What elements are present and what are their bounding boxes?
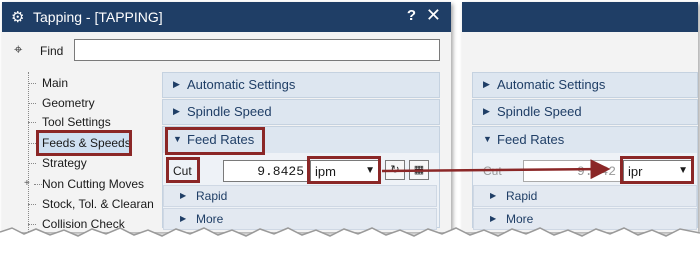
torn-edge	[0, 227, 700, 270]
